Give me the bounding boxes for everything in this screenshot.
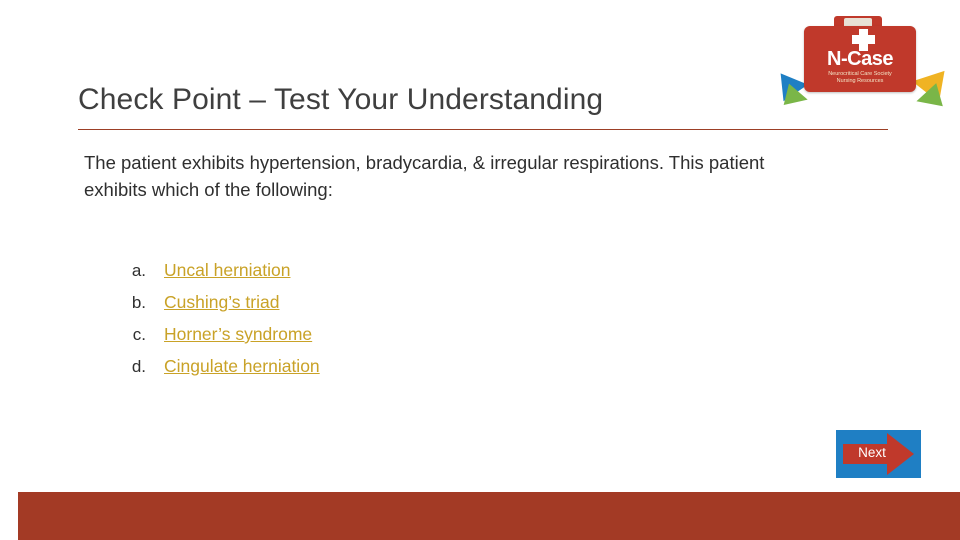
logo-title: N-Case xyxy=(827,48,893,70)
medical-cross-icon-bar xyxy=(852,35,875,44)
list-item[interactable]: d. Cingulate herniation xyxy=(84,356,684,388)
answer-marker: c. xyxy=(132,325,146,344)
title-divider xyxy=(78,129,888,130)
logo-case-handle-inner-icon xyxy=(844,18,872,26)
answer-marker: a. xyxy=(131,261,146,280)
answer-marker: b. xyxy=(131,293,146,312)
right-arrow-icon[interactable] xyxy=(843,433,915,475)
answer-link[interactable]: Uncal herniation xyxy=(164,260,290,281)
answer-list: a. Uncal herniation b. Cushing’s triad c… xyxy=(84,260,684,388)
footer-band xyxy=(0,492,960,540)
page-title: Check Point – Test Your Understanding xyxy=(78,83,604,116)
answer-link[interactable]: Cushing’s triad xyxy=(164,292,279,313)
list-item[interactable]: b. Cushing’s triad xyxy=(84,292,684,324)
answer-marker: d. xyxy=(131,357,146,376)
logo-subtitle-line1: Neurocritical Care Society xyxy=(828,71,892,77)
answer-link[interactable]: Horner’s syndrome xyxy=(164,324,312,345)
list-item[interactable]: c. Horner’s syndrome xyxy=(84,324,684,356)
answer-link[interactable]: Cingulate herniation xyxy=(164,356,320,377)
question-stem: The patient exhibits hypertension, brady… xyxy=(84,152,765,200)
slide-canvas: N-Case Neurocritical Care Society Nursin… xyxy=(0,0,960,540)
list-item[interactable]: a. Uncal herniation xyxy=(84,260,684,292)
footer-left-gap xyxy=(0,492,18,540)
